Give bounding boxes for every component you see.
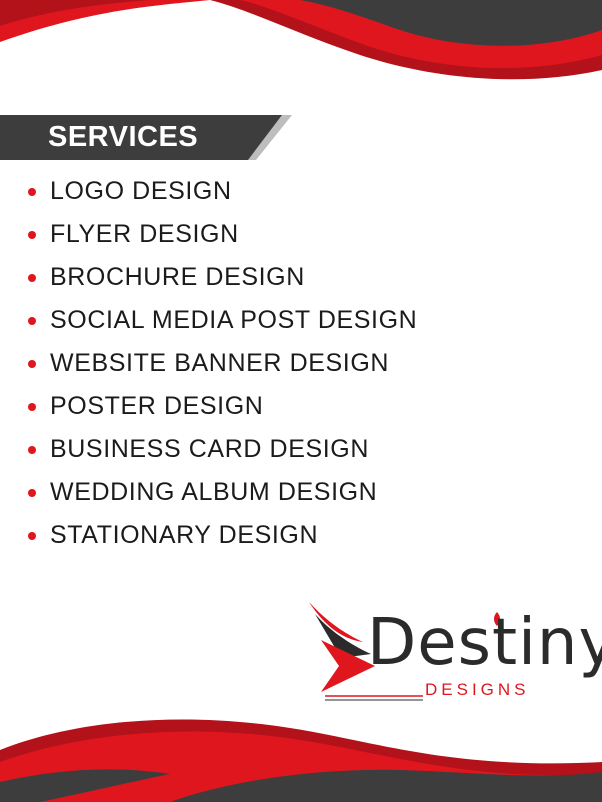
destiny-designs-logo: Destiny DESIGNS <box>305 600 602 710</box>
list-item: BUSINESS CARD DESIGN <box>28 428 417 471</box>
bullet-icon <box>28 359 36 368</box>
service-label: BROCHURE DESIGN <box>50 263 305 291</box>
bottom-wave-decoration <box>0 719 602 802</box>
service-label: STATIONARY DESIGN <box>50 521 319 549</box>
services-header-banner: SERVICES <box>0 115 292 160</box>
bullet-icon <box>28 187 36 196</box>
list-item: LOGO DESIGN <box>28 170 417 213</box>
services-list: LOGO DESIGN FLYER DESIGN BROCHURE DESIGN… <box>28 170 417 557</box>
list-item: STATIONARY DESIGN <box>28 514 417 557</box>
bullet-icon <box>28 273 36 282</box>
list-item: SOCIAL MEDIA POST DESIGN <box>28 299 417 342</box>
list-item: WEDDING ALBUM DESIGN <box>28 471 417 514</box>
services-title: SERVICES <box>48 121 199 153</box>
bullet-icon <box>28 531 36 540</box>
service-label: POSTER DESIGN <box>50 392 264 420</box>
list-item: BROCHURE DESIGN <box>28 256 417 299</box>
logo-wordmark: Destiny <box>367 606 602 680</box>
service-label: FLYER DESIGN <box>50 220 239 248</box>
bullet-icon <box>28 402 36 411</box>
service-label: SOCIAL MEDIA POST DESIGN <box>50 306 418 334</box>
bullet-icon <box>28 230 36 239</box>
service-label: WEBSITE BANNER DESIGN <box>50 349 390 377</box>
bullet-icon <box>28 316 36 325</box>
bullet-icon <box>28 445 36 454</box>
top-wave-decoration <box>0 0 602 80</box>
list-item: WEBSITE BANNER DESIGN <box>28 342 417 385</box>
logo-subtitle: DESIGNS <box>425 680 530 699</box>
service-label: BUSINESS CARD DESIGN <box>50 435 370 463</box>
service-label: LOGO DESIGN <box>50 177 232 205</box>
list-item: POSTER DESIGN <box>28 385 417 428</box>
service-label: WEDDING ALBUM DESIGN <box>50 478 378 506</box>
bullet-icon <box>28 488 36 497</box>
list-item: FLYER DESIGN <box>28 213 417 256</box>
